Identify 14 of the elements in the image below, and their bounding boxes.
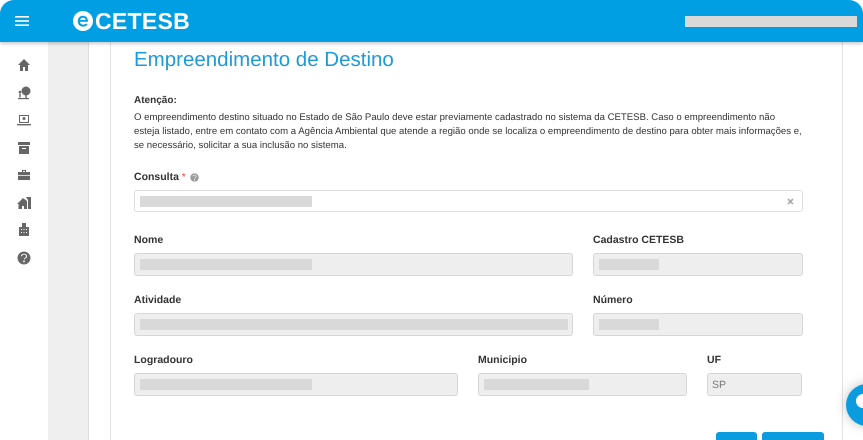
field-label: Atividade xyxy=(134,294,182,306)
field-value: SP xyxy=(712,378,726,390)
field-label: Número xyxy=(593,294,633,306)
field-label: Nome xyxy=(134,234,164,246)
notice-title: Atenção: xyxy=(134,95,178,106)
field-label: Municipio xyxy=(478,354,527,366)
field-label: UF xyxy=(707,354,721,366)
notice-text: O empreendimento destino situado no Estado de São Paulo deve estar previamente cadastrado no sistema da CETESB. Caso o empreendimento não esteja listado, entre em contato com a Agência Ambiental que atende a região onde se localiza o empreendimento de destino para obter mais informações e, se necessário, solicitar a sua inclusão no sistema. xyxy=(134,111,803,153)
field-label: Logradouro xyxy=(134,354,193,366)
field-label: Cadastro CETESB xyxy=(593,234,684,246)
required-mark: * xyxy=(182,172,186,182)
page-title: Empreendimento de Destino xyxy=(134,48,395,72)
field-label: Consulta xyxy=(134,171,179,183)
brand-name: CETESB xyxy=(95,8,190,34)
